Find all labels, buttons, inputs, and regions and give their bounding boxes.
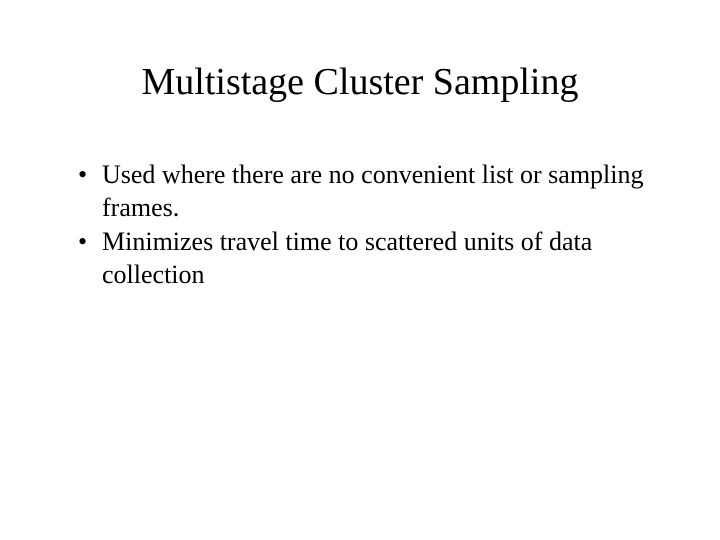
bullet-list: Used where there are no convenient list … <box>60 159 660 291</box>
list-item: Minimizes travel time to scattered units… <box>78 226 660 291</box>
slide-title: Multistage Cluster Sampling <box>60 60 660 104</box>
list-item: Used where there are no convenient list … <box>78 159 660 224</box>
